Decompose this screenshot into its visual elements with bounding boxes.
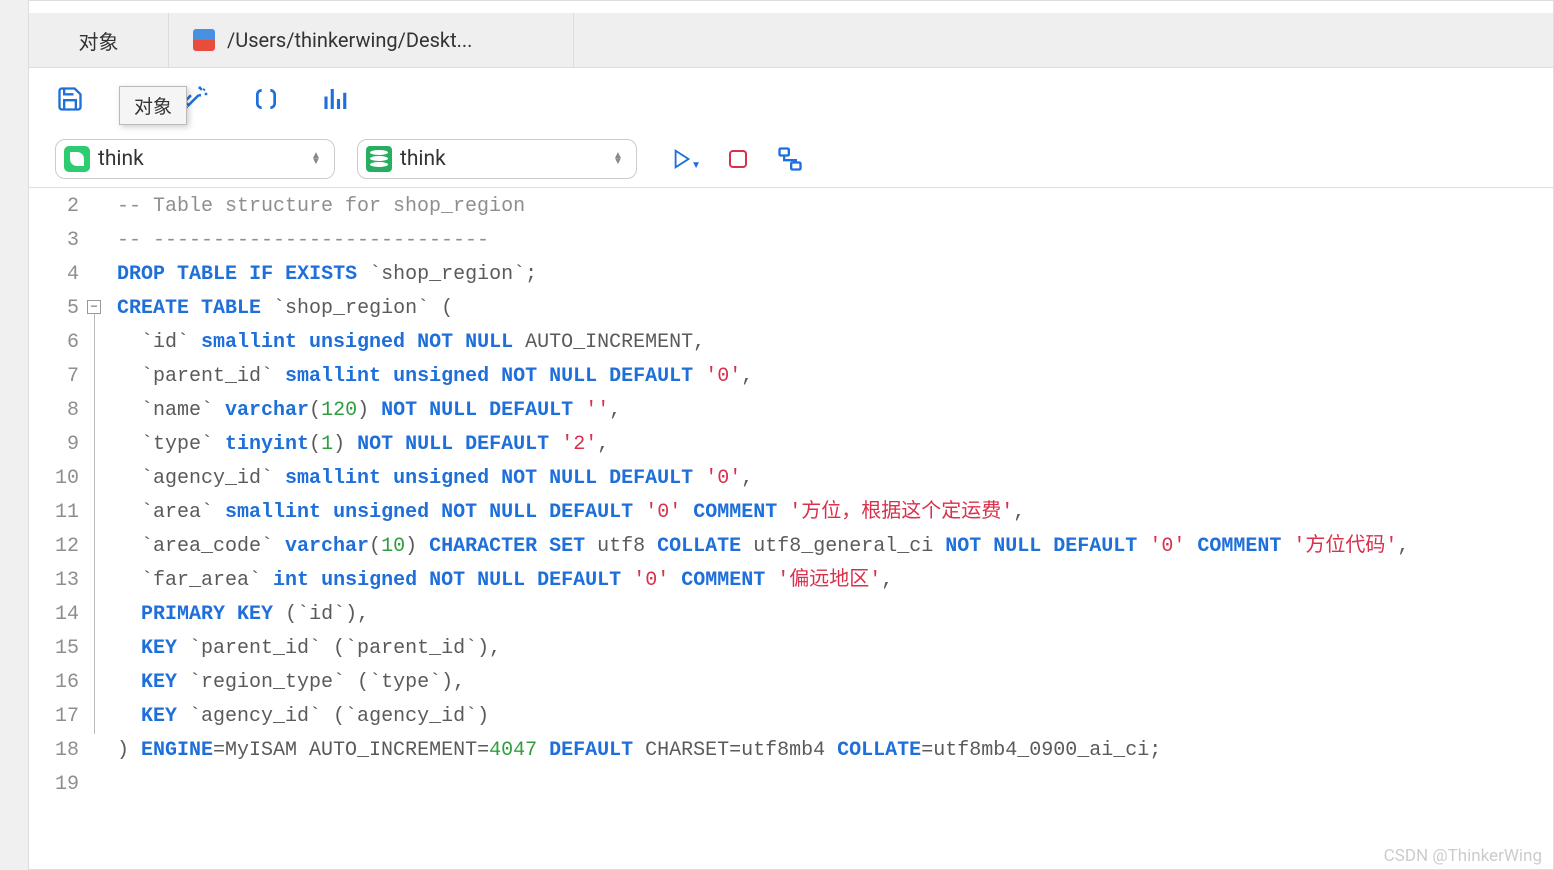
line-number: 12	[29, 530, 79, 564]
chart-button[interactable]	[321, 84, 351, 114]
stepper-icon: ▲▼	[608, 153, 628, 165]
run-button[interactable]: ▼	[671, 144, 701, 174]
code-line: `id` smallint unsigned NOT NULL AUTO_INC…	[117, 326, 1553, 360]
stop-button[interactable]	[723, 144, 753, 174]
line-number: 5	[29, 292, 79, 326]
line-number: 2	[29, 190, 79, 224]
toolbar-secondary: think ▲▼ think ▲▼ ▼	[29, 130, 1553, 188]
line-number: 6	[29, 326, 79, 360]
brackets-button[interactable]	[251, 84, 281, 114]
save-button[interactable]	[55, 84, 85, 114]
code-line: CREATE TABLE `shop_region` (	[117, 292, 1553, 326]
connection-icon	[64, 146, 90, 172]
line-number: 4	[29, 258, 79, 292]
line-number: 13	[29, 564, 79, 598]
line-number: 14	[29, 598, 79, 632]
line-number: 18	[29, 734, 79, 768]
toolbar-primary	[29, 68, 1553, 130]
watermark: CSDN @ThinkerWing	[1384, 846, 1542, 866]
tab-bar: 对象 /Users/thinkerwing/Deskt...	[29, 13, 1553, 68]
code-content[interactable]: -- Table structure for shop_region-- ---…	[87, 188, 1553, 869]
database-selector[interactable]: think ▲▼	[357, 139, 637, 179]
code-line: `area` smallint unsigned NOT NULL DEFAUL…	[117, 496, 1553, 530]
code-line: -- ----------------------------	[117, 224, 1553, 258]
code-line: KEY `region_type` (`type`),	[117, 666, 1553, 700]
line-gutter: 2345678910111213141516171819	[29, 188, 87, 869]
code-line: `parent_id` smallint unsigned NOT NULL D…	[117, 360, 1553, 394]
code-line: KEY `agency_id` (`agency_id`)	[117, 700, 1553, 734]
line-number: 3	[29, 224, 79, 258]
code-line: -- Table structure for shop_region	[117, 190, 1553, 224]
code-line: `agency_id` smallint unsigned NOT NULL D…	[117, 462, 1553, 496]
line-number: 16	[29, 666, 79, 700]
line-number: 7	[29, 360, 79, 394]
tab-objects[interactable]: 对象	[29, 13, 169, 67]
line-number: 15	[29, 632, 79, 666]
code-line: ) ENGINE=MyISAM AUTO_INCREMENT=4047 DEFA…	[117, 734, 1553, 768]
line-number: 17	[29, 700, 79, 734]
code-line: `type` tinyint(1) NOT NULL DEFAULT '2',	[117, 428, 1553, 462]
code-line: KEY `parent_id` (`parent_id`),	[117, 632, 1553, 666]
line-number: 10	[29, 462, 79, 496]
line-number: 11	[29, 496, 79, 530]
tab-file[interactable]: /Users/thinkerwing/Deskt...	[169, 13, 574, 67]
code-line: PRIMARY KEY (`id`),	[117, 598, 1553, 632]
code-line: `name` varchar(120) NOT NULL DEFAULT '',	[117, 394, 1553, 428]
code-line: `far_area` int unsigned NOT NULL DEFAULT…	[117, 564, 1553, 598]
connection-value: think	[98, 147, 298, 171]
line-number: 8	[29, 394, 79, 428]
tab-label: 对象	[79, 26, 119, 55]
line-number: 19	[29, 768, 79, 802]
sql-file-icon	[193, 29, 215, 51]
line-number: 9	[29, 428, 79, 462]
database-icon	[366, 146, 392, 172]
stepper-icon: ▲▼	[306, 153, 326, 165]
explain-button[interactable]	[775, 144, 805, 174]
code-editor[interactable]: 2345678910111213141516171819 − -- Table …	[29, 188, 1553, 869]
database-value: think	[400, 147, 600, 171]
tab-label: /Users/thinkerwing/Deskt...	[227, 28, 472, 52]
code-line: `area_code` varchar(10) CHARACTER SET ut…	[117, 530, 1553, 564]
connection-selector[interactable]: think ▲▼	[55, 139, 335, 179]
tooltip: 对象	[119, 86, 187, 125]
code-line	[117, 768, 1553, 802]
code-line: DROP TABLE IF EXISTS `shop_region`;	[117, 258, 1553, 292]
